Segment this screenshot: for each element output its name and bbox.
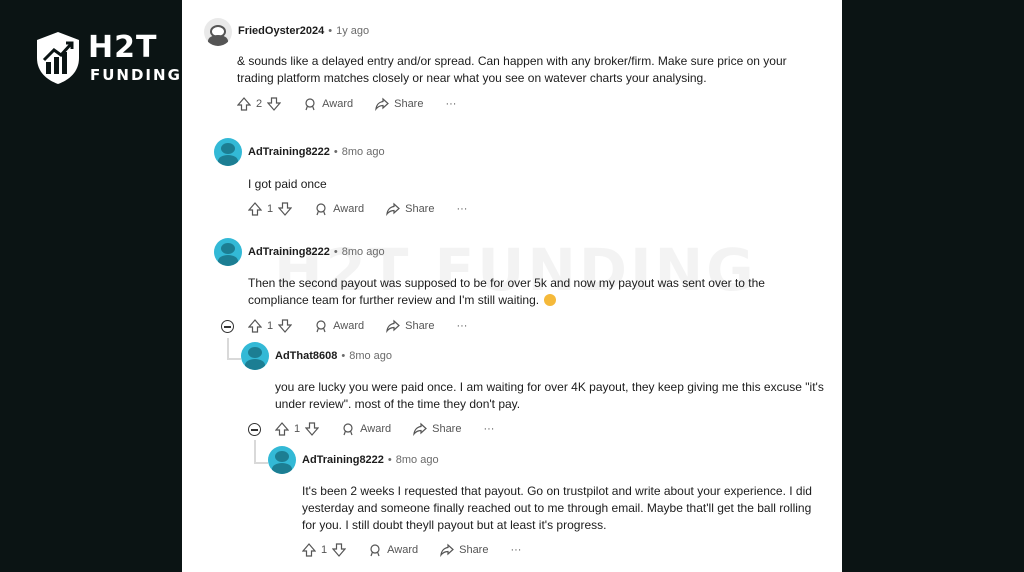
award-button[interactable]: Award [314,319,364,333]
downvote-icon[interactable] [267,97,282,111]
comment-text-body: Then the second payout was supposed to b… [248,276,765,307]
comment-text: Then the second payout was supposed to b… [248,275,828,309]
brand-name: H2T [88,30,158,65]
username[interactable]: AdTraining8222 [248,146,330,158]
comment-text: & sounds like a delayed entry and/or spr… [237,54,787,85]
award-icon [305,98,315,111]
avatar[interactable] [214,138,242,166]
downvote-icon[interactable] [278,319,293,333]
avatar[interactable] [204,18,232,46]
award-icon [370,544,380,557]
comment-meta: AdTraining8222 • 8mo ago [248,146,385,158]
downvote-icon[interactable] [305,422,320,436]
comment-meta: FriedOyster2024 • 1y ago [238,25,370,37]
thread-line [254,440,256,464]
brand-tagline: FUNDING [90,66,182,84]
vote-count: 1 [267,320,274,332]
brand-logo: H2T FUNDING [30,28,180,88]
comment-meta: AdTraining8222 • 8mo ago [302,454,439,466]
avatar[interactable] [214,238,242,266]
upvote-icon[interactable] [248,202,262,216]
more-options-button[interactable]: ··· [456,203,467,215]
award-button[interactable]: Award [341,422,391,436]
comments-panel: H2T FUNDING FriedOyster2024•1y ago & sou… [182,0,842,572]
vote-count: 1 [321,544,328,556]
upvote-icon[interactable] [237,97,251,111]
thread-line [227,358,241,360]
timestamp[interactable]: 8mo ago [349,350,392,362]
comment-meta: AdThat8608 • 8mo ago [275,350,393,362]
downvote-icon[interactable] [278,202,293,216]
comment-meta: AdTraining8222 • 8mo ago [248,246,385,258]
username[interactable]: AdThat8608 [275,350,337,362]
username[interactable]: AdTraining8222 [302,454,384,466]
more-options-button[interactable]: ··· [456,320,467,332]
award-icon [316,320,326,333]
comment-actions: 1 Award Share ··· [302,543,521,557]
upvote-icon[interactable] [275,422,289,436]
collapse-thread-icon[interactable] [248,423,261,436]
comment-actions: 2 Award Share ··· [237,97,456,111]
share-button[interactable]: Share [386,319,434,333]
vote-count: 2 [256,98,263,110]
avatar[interactable] [241,342,269,370]
timestamp[interactable]: 1y ago [336,25,369,37]
share-button[interactable]: Share [440,543,488,557]
upvote-icon[interactable] [302,543,316,557]
award-button[interactable]: Award [314,202,364,216]
collapse-thread-icon[interactable] [221,320,234,333]
comment-actions: 1 Award Share ··· [248,319,467,333]
upvote-icon[interactable] [248,319,262,333]
share-icon [386,319,401,333]
grimace-emoji-icon [544,294,557,306]
downvote-icon[interactable] [332,543,347,557]
share-button[interactable]: Share [386,202,434,216]
vote-count: 1 [294,423,301,435]
award-button[interactable]: Award [303,97,353,111]
share-icon [386,202,401,216]
share-icon [440,543,455,557]
comment-text: you are lucky you were paid once. I am w… [275,380,824,411]
award-icon [316,203,326,216]
thread-line [254,462,268,464]
more-options-button[interactable]: ··· [510,544,521,556]
username[interactable]: AdTraining8222 [248,246,330,258]
share-icon [375,97,390,111]
timestamp[interactable]: 8mo ago [342,246,385,258]
share-button[interactable]: Share [375,97,423,111]
comment-actions: 1 Award Share ··· [275,422,494,436]
comment-actions: 1 Award Share ··· [248,202,467,216]
vote-count: 1 [267,203,274,215]
share-button[interactable]: Share [413,422,461,436]
award-icon [343,423,353,436]
username[interactable]: FriedOyster2024 [238,25,324,37]
shield-chart-icon [37,32,79,84]
award-button[interactable]: Award [368,543,418,557]
more-options-button[interactable]: ··· [483,423,494,435]
timestamp[interactable]: 8mo ago [342,146,385,158]
share-icon [413,422,428,436]
thread-line [227,338,229,360]
timestamp[interactable]: 8mo ago [396,454,439,466]
comment-text: It's been 2 weeks I requested that payou… [302,484,812,532]
avatar[interactable] [268,446,296,474]
more-options-button[interactable]: ··· [445,98,456,110]
comment-text: I got paid once [248,177,327,191]
